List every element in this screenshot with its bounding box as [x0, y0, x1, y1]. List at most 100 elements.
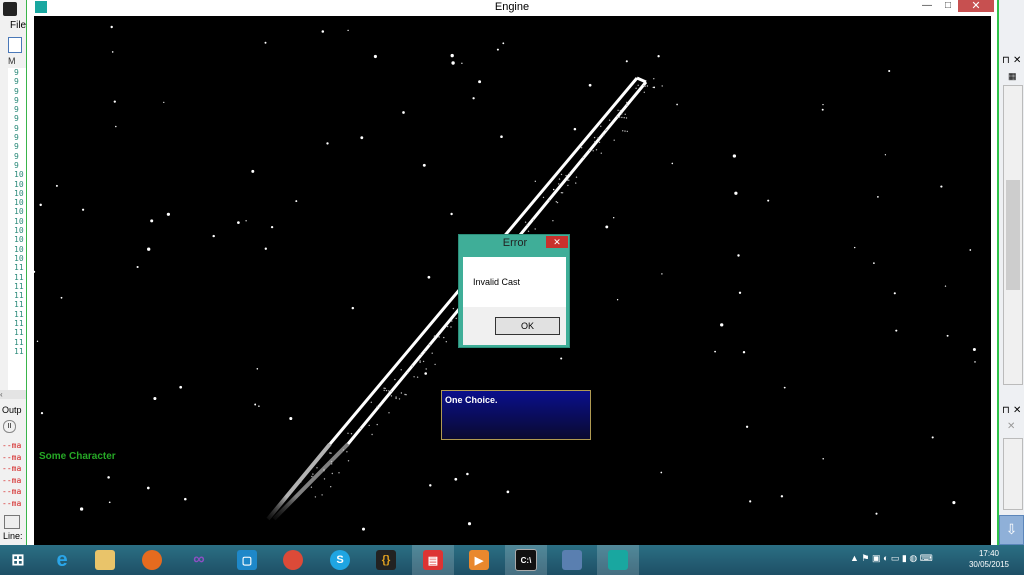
engine-app-icon[interactable] [597, 545, 639, 575]
code-editor-icon[interactable]: {} [365, 545, 407, 575]
star [81, 208, 85, 211]
skype-icon[interactable]: S [319, 545, 361, 575]
media-player-icon[interactable]: ▶ [458, 545, 500, 575]
comet-dust [378, 406, 381, 409]
star [884, 154, 887, 156]
properties-icon[interactable]: ▦ [1008, 71, 1017, 82]
star [451, 61, 455, 65]
star [821, 108, 824, 111]
star [147, 247, 151, 251]
star [110, 25, 113, 29]
comet-dust [621, 113, 623, 115]
star [720, 323, 724, 327]
comet-dust [527, 230, 530, 232]
star [429, 484, 432, 487]
download-arrow-icon[interactable]: ⇩ [999, 515, 1024, 545]
star [264, 247, 267, 250]
output-line: --ma [2, 498, 22, 508]
window-title: Engine [494, 1, 530, 13]
comet-dust [338, 472, 340, 474]
star [972, 347, 976, 352]
star [873, 262, 875, 264]
star [742, 350, 746, 354]
dialog-close-button[interactable]: ✕ [546, 236, 568, 248]
star [422, 163, 426, 167]
star [39, 203, 42, 207]
star [974, 361, 976, 363]
comet-dust [388, 412, 390, 414]
comet-dust [431, 352, 433, 354]
dialog-footer: OK [463, 307, 566, 345]
chrome-icon[interactable] [272, 545, 314, 575]
star [360, 136, 364, 140]
star [875, 512, 878, 515]
pdf-reader-icon[interactable]: ▤ [412, 545, 454, 575]
clear-icon[interactable]: ✕ [1007, 421, 1015, 432]
star [264, 41, 267, 44]
title-bar[interactable]: Engine — □ ✕ [27, 0, 997, 16]
comet-dust [534, 228, 536, 230]
star [854, 246, 856, 249]
star [254, 403, 257, 406]
star [295, 200, 298, 203]
toolbox-icon[interactable] [4, 515, 20, 529]
panel-close-icon[interactable]: ✕ [1013, 405, 1021, 416]
image-editor-icon[interactable] [551, 545, 593, 575]
line-number: 9 [14, 123, 19, 133]
close-button[interactable]: ✕ [958, 0, 994, 12]
app-icon-blue[interactable]: ▢ [226, 545, 268, 575]
star [767, 199, 770, 202]
comet-dust [606, 129, 608, 131]
editor-tab[interactable]: M [8, 56, 16, 66]
comet-dust [446, 325, 449, 328]
comet-dust [637, 84, 639, 87]
maximize-button[interactable]: □ [941, 0, 955, 12]
star [616, 299, 619, 301]
pin-icon[interactable]: ⊓ [1002, 405, 1010, 416]
comet-dust [575, 182, 577, 184]
clock[interactable]: 17:40 30/05/2015 [965, 548, 1013, 570]
star [424, 372, 428, 375]
menu-file[interactable]: File [10, 20, 26, 31]
comet-dust [347, 432, 349, 434]
comet-dust [646, 85, 649, 87]
clock-time: 17:40 [978, 549, 1000, 558]
pin-icon[interactable]: ⊓ [1002, 55, 1010, 66]
scrollbar-thumb[interactable] [1006, 180, 1020, 290]
comet-dust [390, 390, 392, 392]
firefox-icon[interactable] [131, 545, 173, 575]
visual-studio-icon[interactable]: ∞ [178, 545, 220, 575]
star [289, 416, 293, 421]
command-prompt-icon[interactable]: C:\ [505, 545, 547, 575]
ok-button[interactable]: OK [495, 317, 560, 335]
comet-dust [407, 371, 409, 374]
star [113, 100, 116, 103]
comet-dust [438, 336, 440, 338]
comet-dust [451, 320, 453, 322]
comet-dust [560, 173, 563, 176]
new-document-icon[interactable] [8, 37, 22, 53]
comet-dust [331, 472, 333, 475]
system-tray[interactable]: ▲ ⚑ ▣ ◐ ▭ ▮ ◍ ⌨ [850, 553, 933, 564]
comet-dust [532, 219, 535, 221]
comet-dust [398, 398, 401, 400]
star [714, 350, 716, 353]
comet-dust [558, 183, 560, 185]
star [163, 101, 165, 103]
comet-dust [524, 221, 527, 223]
vertical-scrollbar[interactable] [1003, 438, 1023, 510]
star [625, 60, 628, 63]
comet-dust [383, 389, 385, 392]
comet-dust [433, 335, 436, 337]
comet-dust [626, 101, 628, 104]
choice-box[interactable]: One Choice. [441, 390, 591, 440]
line-number: 10 [14, 179, 24, 189]
output-line: --ma [2, 475, 22, 485]
minimize-button[interactable]: — [920, 0, 934, 12]
panel-close-icon[interactable]: ✕ [1013, 55, 1021, 66]
pause-icon[interactable]: II [3, 420, 16, 433]
internet-explorer-icon[interactable]: e [41, 545, 83, 575]
file-explorer-icon[interactable] [84, 545, 126, 575]
horizontal-scrollbar[interactable]: ‹ [0, 390, 26, 399]
windows-start-icon[interactable]: ⊞ [0, 545, 36, 575]
